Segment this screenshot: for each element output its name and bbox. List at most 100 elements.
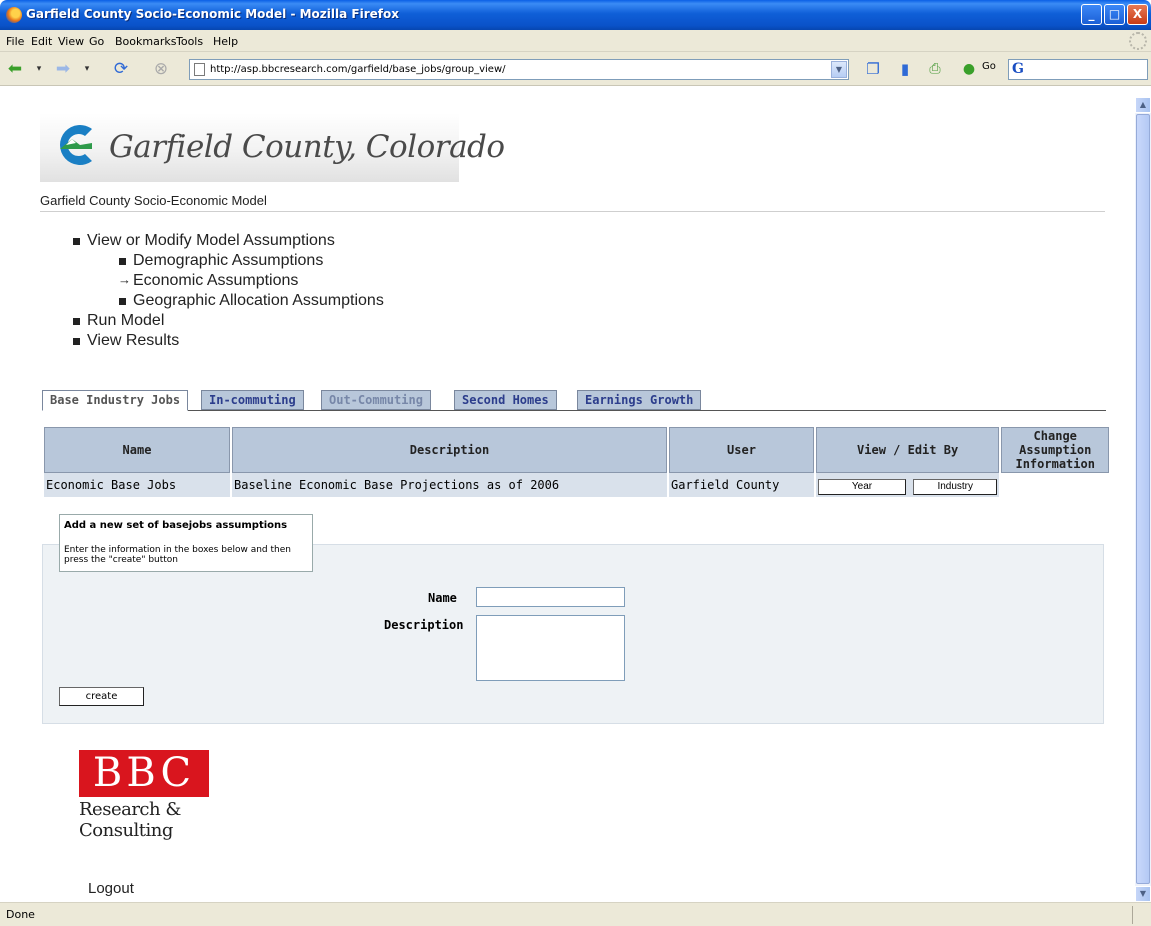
menu-file[interactable]: File bbox=[6, 35, 24, 48]
status-text: Done bbox=[6, 908, 35, 921]
model-nav-list: View or Modify Model Assumptions Demogra… bbox=[73, 231, 384, 351]
bullet-icon bbox=[73, 318, 80, 325]
google-icon: G bbox=[1012, 61, 1024, 77]
nav-item-view-results[interactable]: View Results bbox=[73, 331, 384, 351]
nav-item-run-model[interactable]: Run Model bbox=[73, 311, 384, 331]
assumption-tabs: Base Industry Jobs In-commuting Out-Comm… bbox=[42, 390, 1106, 411]
menu-go[interactable]: Go bbox=[89, 35, 104, 48]
cell-change-assumption bbox=[1001, 473, 1110, 497]
table-header-row: Name Description User View / Edit By Cha… bbox=[44, 427, 1110, 473]
menu-help[interactable]: Help bbox=[213, 35, 238, 48]
menu-bookmarks[interactable]: Bookmarks bbox=[115, 35, 176, 48]
maximize-button[interactable]: □ bbox=[1104, 4, 1125, 25]
name-field-label: Name bbox=[428, 591, 457, 605]
bbc-logo: BBC Research & Consulting bbox=[79, 750, 209, 841]
search-box[interactable]: G bbox=[1008, 59, 1148, 80]
bullet-icon bbox=[119, 298, 126, 305]
header-user: User bbox=[669, 427, 814, 473]
header-view-edit-by: View / Edit By bbox=[816, 427, 1000, 473]
page-viewport: Garfield County, Colorado Garfield Count… bbox=[0, 97, 1135, 902]
header-description: Description bbox=[232, 427, 667, 473]
tab-in-commuting[interactable]: In-commuting bbox=[201, 390, 304, 410]
menu-bar: File Edit View Go Bookmarks Tools Help bbox=[0, 30, 1151, 52]
form-instructions: Enter the information in the boxes below… bbox=[64, 545, 291, 565]
county-logo-banner: Garfield County, Colorado bbox=[40, 113, 505, 182]
tab-out-commuting[interactable]: Out-Commuting bbox=[321, 390, 431, 410]
bookmark-icon[interactable]: ▮ bbox=[894, 58, 916, 80]
firefox-icon bbox=[6, 7, 22, 23]
go-icon[interactable]: ● bbox=[958, 58, 980, 80]
stop-icon[interactable]: ⊗ bbox=[150, 58, 172, 80]
minimize-button[interactable]: _ bbox=[1081, 4, 1102, 25]
nav-geographic-label[interactable]: Geographic Allocation Assumptions bbox=[133, 292, 384, 309]
current-arrow-icon: → bbox=[118, 272, 131, 287]
cell-description: Baseline Economic Base Projections as of… bbox=[232, 473, 667, 497]
cell-name: Economic Base Jobs bbox=[44, 473, 230, 497]
tab-second-homes[interactable]: Second Homes bbox=[454, 390, 557, 410]
print-icon[interactable]: ⎙ bbox=[924, 58, 946, 80]
bullet-icon bbox=[73, 238, 80, 245]
form-title: Add a new set of basejobs assumptions bbox=[64, 520, 288, 531]
page-subheading: Garfield County Socio-Economic Model bbox=[40, 193, 267, 208]
name-field[interactable] bbox=[476, 587, 625, 607]
go-label[interactable]: Go bbox=[982, 61, 996, 72]
tab-base-industry-jobs[interactable]: Base Industry Jobs bbox=[42, 390, 189, 411]
vertical-scrollbar[interactable]: ▲ ▼ bbox=[1135, 97, 1151, 902]
view-by-industry-button[interactable]: Industry bbox=[913, 478, 998, 495]
status-bar: Done bbox=[0, 902, 1151, 926]
assumptions-table: Name Description User View / Edit By Cha… bbox=[42, 427, 1111, 497]
nav-item-assumptions[interactable]: View or Modify Model Assumptions bbox=[73, 231, 384, 251]
bbc-line-2: Consulting bbox=[79, 820, 173, 841]
logout-link[interactable]: Logout bbox=[88, 880, 134, 897]
forward-icon[interactable]: ➡ bbox=[52, 58, 74, 80]
url-dropdown-icon[interactable]: ▼ bbox=[831, 61, 847, 78]
nav-economic-label[interactable]: Economic Assumptions bbox=[133, 272, 298, 289]
county-c-logo-icon bbox=[60, 125, 92, 165]
scroll-down-icon[interactable]: ▼ bbox=[1135, 886, 1151, 902]
form-header-box: Add a new set of basejobs assumptions En… bbox=[59, 514, 313, 572]
menu-tools[interactable]: Tools bbox=[176, 35, 203, 48]
menu-view[interactable]: View bbox=[58, 35, 84, 48]
divider bbox=[40, 211, 1105, 212]
nav-item-demographic[interactable]: Demographic Assumptions bbox=[119, 251, 384, 271]
nav-item-economic[interactable]: → Economic Assumptions bbox=[118, 271, 384, 291]
throbber-icon bbox=[1129, 32, 1147, 50]
county-logo-text: Garfield County, Colorado bbox=[109, 129, 505, 165]
close-button[interactable]: X bbox=[1127, 4, 1148, 25]
header-change-assumption: Change Assumption Information bbox=[1001, 427, 1110, 473]
status-separator bbox=[1132, 906, 1133, 924]
back-icon[interactable]: ⬅ bbox=[4, 58, 26, 80]
navigation-toolbar: ⬅ ▾ ➡ ▾ ⟳ ⊗ ▼ ❐ ▮ ⎙ ● Go G bbox=[0, 52, 1151, 86]
nav-demographic-label[interactable]: Demographic Assumptions bbox=[133, 252, 323, 269]
bbc-line-1: Research & bbox=[79, 799, 181, 820]
header-name: Name bbox=[44, 427, 230, 473]
nav-run-model-label[interactable]: Run Model bbox=[87, 312, 164, 329]
tab-earnings-growth[interactable]: Earnings Growth bbox=[577, 390, 702, 410]
reload-icon[interactable]: ⟳ bbox=[110, 58, 132, 80]
cell-view-edit: Year Industry bbox=[816, 473, 1000, 497]
window-title: Garfield County Socio-Economic Model - M… bbox=[26, 7, 399, 21]
table-row: Economic Base Jobs Baseline Economic Bas… bbox=[44, 473, 1110, 497]
window-titlebar: Garfield County Socio-Economic Model - M… bbox=[0, 0, 1151, 30]
view-by-year-button[interactable]: Year bbox=[818, 478, 906, 495]
scroll-thumb[interactable] bbox=[1136, 114, 1150, 884]
scroll-up-icon[interactable]: ▲ bbox=[1135, 97, 1151, 113]
new-tab-icon[interactable]: ❐ bbox=[862, 58, 884, 80]
bullet-icon bbox=[73, 338, 80, 345]
create-button[interactable]: create bbox=[59, 687, 144, 706]
bullet-icon bbox=[119, 258, 126, 265]
back-dropdown-icon[interactable]: ▾ bbox=[28, 58, 50, 80]
nav-view-results-label[interactable]: View Results bbox=[87, 332, 179, 349]
page-icon bbox=[194, 63, 205, 76]
menu-edit[interactable]: Edit bbox=[31, 35, 52, 48]
forward-dropdown-icon[interactable]: ▾ bbox=[76, 58, 98, 80]
cell-user: Garfield County bbox=[669, 473, 814, 497]
description-field[interactable] bbox=[476, 615, 625, 681]
bbc-letters: BBC bbox=[79, 750, 209, 797]
url-input[interactable] bbox=[210, 62, 825, 77]
description-field-label: Description bbox=[384, 618, 464, 632]
bbc-letters-text: BBC bbox=[92, 750, 196, 796]
nav-assumptions-label[interactable]: View or Modify Model Assumptions bbox=[87, 232, 335, 249]
address-bar[interactable]: ▼ bbox=[189, 59, 849, 80]
nav-item-geographic[interactable]: Geographic Allocation Assumptions bbox=[119, 291, 384, 311]
